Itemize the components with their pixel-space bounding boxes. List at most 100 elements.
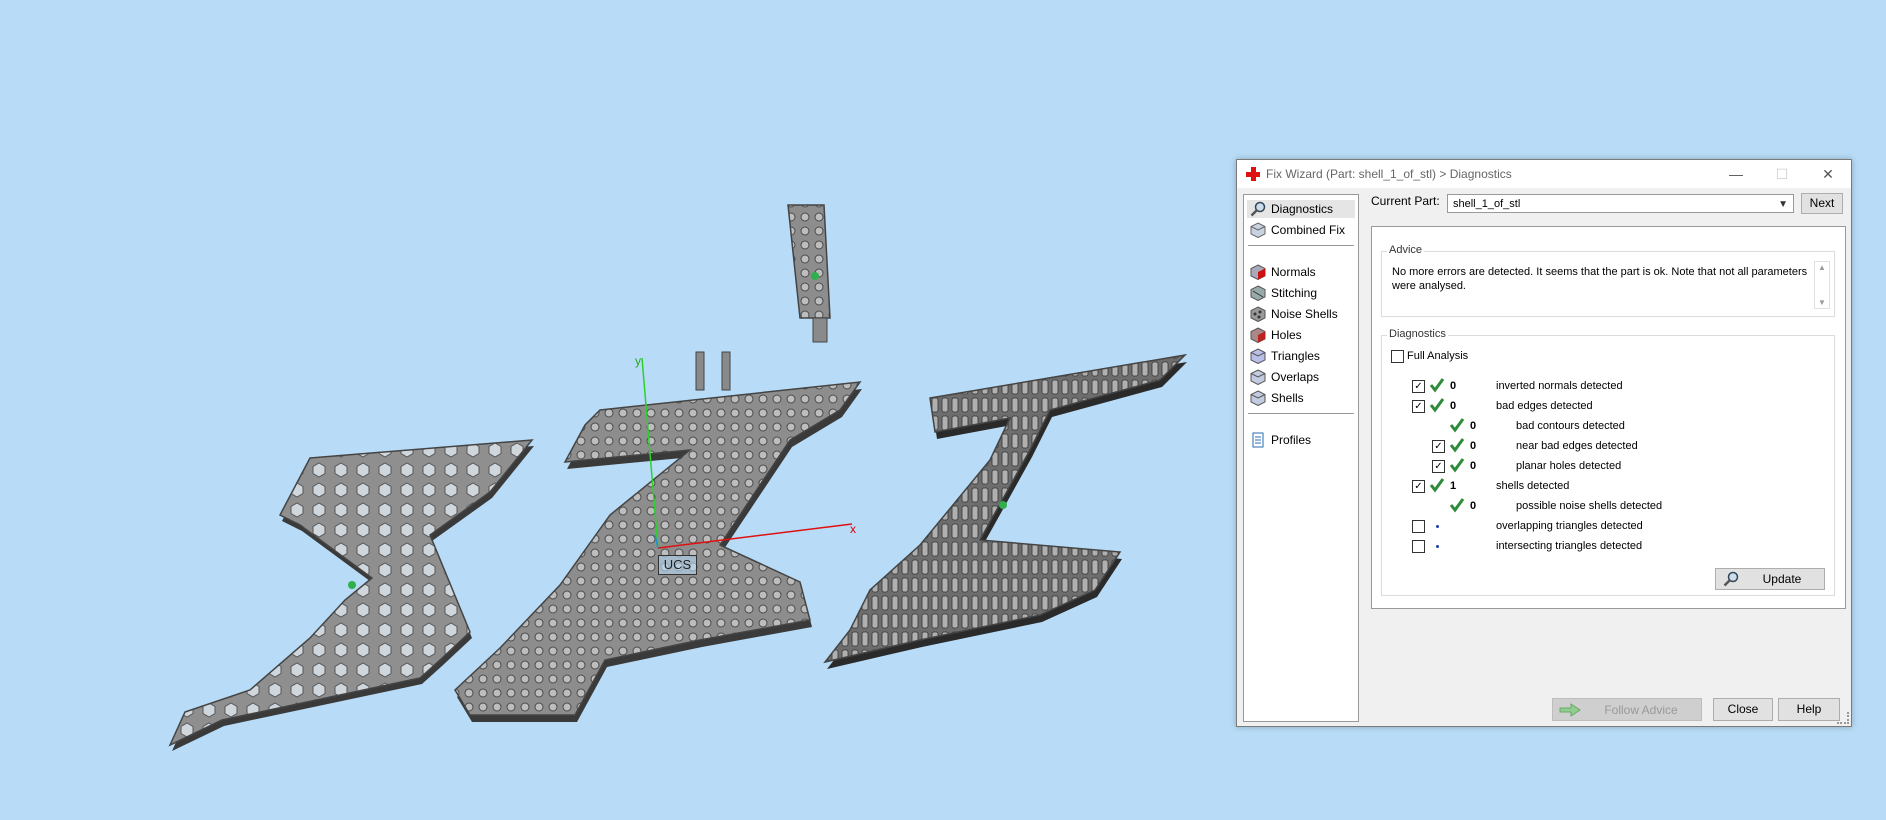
nav-separator (1248, 245, 1354, 246)
diag-label: shells detected (1496, 480, 1570, 492)
diag-label: possible noise shells detected (1516, 500, 1663, 512)
dialog-title: Fix Wizard (Part: shell_1_of_stl) > Diag… (1266, 167, 1512, 181)
diag-label: overlapping triangles detected (1496, 520, 1643, 532)
unknown-status-icon (1436, 525, 1439, 528)
check-icon (1449, 458, 1465, 473)
current-part-select[interactable]: shell_1_of_stl ▼ (1447, 194, 1794, 213)
slotted-z-part[interactable] (823, 353, 1188, 669)
update-button[interactable]: Update (1715, 568, 1825, 590)
check-icon (1449, 418, 1465, 433)
diag-label: intersecting triangles detected (1496, 540, 1643, 552)
diag-checkbox[interactable] (1412, 520, 1425, 533)
diag-checkbox[interactable]: ✓ (1432, 460, 1445, 473)
next-button[interactable]: Next (1801, 193, 1843, 214)
nav-item-holes[interactable]: Holes (1247, 326, 1306, 344)
nav-item-triangles[interactable]: Triangles (1247, 347, 1324, 365)
nav-item-combined-fix[interactable]: Combined Fix (1247, 221, 1349, 239)
advice-text: No more errors are detected. It seems th… (1392, 266, 1808, 292)
check-icon (1449, 498, 1465, 513)
nav-item-stitching[interactable]: Stitching (1247, 284, 1321, 302)
diag-checkbox[interactable]: ✓ (1412, 380, 1425, 393)
title-bar[interactable]: Fix Wizard (Part: shell_1_of_stl) > Diag… (1237, 160, 1851, 188)
diag-count: 0 (1450, 380, 1457, 392)
diagnostics-group: Diagnostics Full Analysis ✓ 0 inverted n… (1381, 328, 1835, 596)
diag-label: bad contours detected (1516, 420, 1625, 432)
update-label: Update (1762, 572, 1802, 586)
model-scene[interactable] (0, 0, 1230, 820)
diag-checkbox[interactable]: ✓ (1432, 440, 1445, 453)
ucs-label: UCS (658, 555, 697, 575)
diag-checkbox[interactable]: ✓ (1412, 480, 1425, 493)
nav-item-label: Noise Shells (1271, 307, 1338, 321)
document-icon (1252, 432, 1264, 448)
chevron-down-icon: ▼ (1778, 199, 1788, 210)
minimize-button[interactable]: — (1713, 160, 1759, 188)
diag-count: 0 (1470, 460, 1477, 472)
diag-label: near bad edges detected (1516, 440, 1638, 452)
check-icon (1429, 398, 1445, 413)
holes-cube-icon (1250, 327, 1266, 343)
close-button[interactable]: Close (1713, 698, 1773, 721)
nav-item-label: Combined Fix (1271, 223, 1346, 237)
full-analysis-checkbox[interactable] (1391, 350, 1404, 363)
nav-item-label: Holes (1271, 328, 1302, 342)
nav-item-noise-shells[interactable]: Noise Shells (1247, 305, 1342, 323)
diag-count: 0 (1450, 400, 1457, 412)
full-analysis-label: Full Analysis (1407, 350, 1469, 362)
check-icon (1429, 378, 1445, 393)
diag-label: inverted normals detected (1496, 380, 1623, 392)
diagnostics-title: Diagnostics (1387, 328, 1448, 340)
diagnostics-panel: Advice No more errors are detected. It s… (1371, 226, 1846, 609)
overlaps-cube-icon (1250, 369, 1266, 385)
nav-item-label: Stitching (1271, 286, 1318, 300)
nav-item-shells[interactable]: Shells (1247, 389, 1308, 407)
small-vertical-part[interactable] (787, 204, 831, 343)
diag-count: 0 (1470, 420, 1477, 432)
diag-count: 1 (1450, 480, 1457, 492)
current-part-value: shell_1_of_stl (1453, 198, 1521, 210)
stitching-cube-icon (1250, 285, 1266, 301)
nav-item-profiles[interactable]: Profiles (1247, 431, 1315, 449)
diag-count: 0 (1470, 500, 1477, 512)
magnifier-icon (1723, 571, 1739, 587)
noise-shells-icon (1250, 306, 1266, 322)
triangles-cube-icon (1250, 348, 1266, 364)
current-part-label: Current Part: (1371, 194, 1440, 208)
wizard-nav: Diagnostics Combined Fix Normals Stitchi… (1243, 194, 1359, 722)
arrow-right-icon (1559, 702, 1581, 717)
diag-checkbox[interactable]: ✓ (1412, 400, 1425, 413)
unknown-status-icon (1436, 545, 1439, 548)
check-icon (1449, 438, 1465, 453)
diag-checkbox[interactable] (1412, 540, 1425, 553)
nav-item-label: Triangles (1271, 349, 1320, 363)
shells-cube-icon (1250, 390, 1266, 406)
maximize-button[interactable]: ☐ (1759, 160, 1805, 188)
magnifier-icon (1250, 201, 1266, 217)
nav-item-diagnostics[interactable]: Diagnostics (1247, 200, 1355, 218)
advice-group: Advice No more errors are detected. It s… (1381, 244, 1835, 317)
resize-grip[interactable] (1837, 712, 1849, 724)
diag-label: bad edges detected (1496, 400, 1593, 412)
normals-cube-icon (1250, 264, 1266, 280)
follow-advice-label: Follow Advice (1604, 702, 1678, 717)
studded-z-part[interactable] (454, 351, 862, 722)
diag-label: planar holes detected (1516, 460, 1622, 472)
x-axis-label: x (850, 522, 856, 536)
help-button[interactable]: Help (1778, 698, 1840, 721)
advice-scrollbar[interactable]: ▲ ▼ (1814, 261, 1830, 309)
check-icon (1429, 478, 1445, 493)
fix-wizard-dialog[interactable]: Fix Wizard (Part: shell_1_of_stl) > Diag… (1236, 159, 1852, 727)
nav-item-label: Diagnostics (1271, 202, 1334, 216)
diag-count: 0 (1470, 440, 1477, 452)
follow-advice-button[interactable]: Follow Advice (1552, 698, 1702, 721)
nav-item-normals[interactable]: Normals (1247, 263, 1320, 281)
red-cross-icon (1246, 167, 1260, 181)
3d-viewport[interactable]: y x UCS (0, 0, 1230, 820)
close-window-button[interactable]: ✕ (1805, 160, 1851, 188)
nav-item-label: Normals (1271, 265, 1316, 279)
nav-item-label: Overlaps (1271, 370, 1320, 384)
cube-icon (1250, 222, 1266, 238)
nav-item-overlaps[interactable]: Overlaps (1247, 368, 1323, 386)
nav-separator (1248, 413, 1354, 414)
nav-item-label: Profiles (1271, 433, 1312, 447)
